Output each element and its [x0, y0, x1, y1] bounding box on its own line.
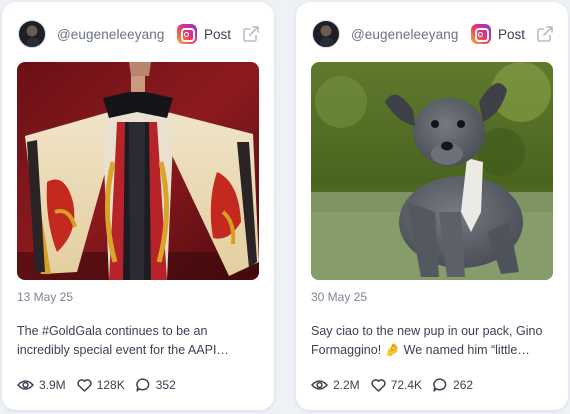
comments-stat: 352	[135, 378, 176, 392]
avatar[interactable]	[18, 20, 46, 48]
post-image[interactable]	[311, 62, 553, 280]
likes-stat: 72.4K	[371, 378, 422, 392]
post-caption: The #GoldGala continues to be an incredi…	[17, 324, 229, 357]
comments-stat: 262	[433, 378, 473, 392]
views-stat: 3.9M	[17, 378, 66, 392]
comment-icon	[135, 378, 150, 392]
instagram-icon	[176, 24, 197, 44]
comment-icon	[433, 378, 447, 392]
post-date: 30 May 25	[311, 290, 368, 304]
heart-icon	[371, 378, 386, 392]
post-caption: Say ciao to the new pup in our pack, Gin…	[311, 324, 543, 357]
views-count: 3.9M	[39, 378, 66, 392]
post-date: 13 May 25	[17, 290, 74, 304]
post-header: @eugeneleeyang Post	[18, 19, 260, 49]
post-grid: @eugeneleeyang Post 13 May 25 The #GoldG…	[0, 0, 570, 414]
post-stats: 3.9M 128K 352	[17, 378, 187, 392]
views-count: 2.2M	[333, 378, 360, 392]
likes-count: 128K	[96, 378, 125, 392]
instagram-icon	[470, 24, 491, 44]
post-card[interactable]: @eugeneleeyang Post	[2, 2, 274, 410]
post-image[interactable]	[17, 62, 259, 280]
post-card[interactable]: @eugeneleeyang Post	[296, 2, 568, 410]
external-link-icon[interactable]	[536, 25, 554, 43]
comments-count: 262	[453, 378, 474, 392]
avatar[interactable]	[312, 20, 340, 48]
post-stats: 2.2M 72.4K 262	[311, 378, 484, 392]
post-type-label: Post	[497, 26, 525, 42]
comments-count: 352	[155, 378, 176, 392]
eye-icon	[311, 380, 328, 390]
post-header: @eugeneleeyang Post	[312, 19, 554, 49]
external-link-icon[interactable]	[242, 25, 260, 43]
account-handle[interactable]: @eugeneleeyang	[57, 27, 164, 42]
account-handle[interactable]: @eugeneleeyang	[351, 27, 458, 42]
likes-stat: 128K	[77, 378, 125, 392]
likes-count: 72.4K	[390, 378, 423, 392]
eye-icon	[17, 380, 34, 390]
views-stat: 2.2M	[311, 378, 360, 392]
post-type-label: Post	[203, 26, 231, 42]
heart-icon	[77, 378, 92, 392]
